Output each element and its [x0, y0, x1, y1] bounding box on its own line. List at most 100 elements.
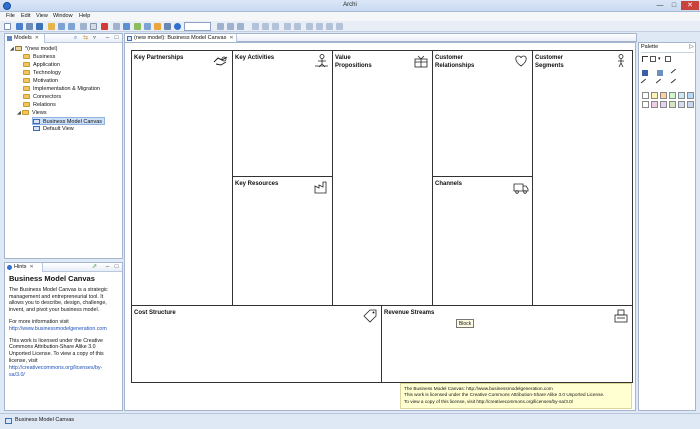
default-size-icon[interactable] [306, 23, 313, 30]
palette-swatch[interactable] [651, 92, 658, 99]
menu-file[interactable]: File [6, 13, 15, 19]
select-tool-icon[interactable] [642, 56, 648, 62]
line-icon[interactable] [640, 78, 650, 88]
hints-license-link[interactable]: http://creativecommons.org/licenses/by-s… [9, 365, 118, 379]
block-customer-segments[interactable]: Customer Segments [532, 50, 633, 306]
palette-swatch[interactable] [651, 101, 658, 108]
palette-swatch[interactable] [660, 101, 667, 108]
maximize-button[interactable]: □ [668, 1, 680, 10]
dropdown-icon[interactable]: ▾ [658, 56, 664, 62]
pin-icon[interactable]: ⇗ [91, 264, 98, 271]
tab-hints[interactable]: Hints ✕ [5, 263, 43, 272]
match-width-icon[interactable] [284, 23, 291, 30]
tree-folder-views[interactable]: ◢ Views [17, 109, 47, 117]
tree-folder-technology[interactable]: Technology [23, 69, 61, 77]
align-top-icon[interactable] [252, 23, 259, 30]
tab-models[interactable]: Models ✕ [5, 34, 45, 43]
align-right-icon[interactable] [237, 23, 244, 30]
block-channels[interactable]: Channels [432, 176, 533, 306]
marquee-tool-icon[interactable] [650, 56, 656, 62]
tree-model-root[interactable]: ◢ *(new model) [10, 45, 57, 53]
align-bottom-icon[interactable] [272, 23, 279, 30]
validate-icon[interactable] [134, 23, 141, 30]
palette-collapse-icon[interactable]: ▷ [688, 44, 695, 51]
properties-icon[interactable] [123, 23, 130, 30]
save-icon[interactable] [16, 23, 23, 30]
save-all-icon[interactable] [26, 23, 33, 30]
note-icon[interactable] [657, 70, 663, 76]
palette-swatch[interactable] [660, 92, 667, 99]
connection-icon[interactable] [670, 68, 680, 78]
hints-info-link[interactable]: http://www.businessmodelgeneration.com [9, 326, 118, 333]
license-note[interactable]: The Business Model Canvas: http://www.bu… [400, 383, 632, 409]
bring-front-icon[interactable] [326, 23, 333, 30]
link-icon[interactable]: ⇆ [82, 35, 89, 42]
align-middle-icon[interactable] [262, 23, 269, 30]
script-icon[interactable] [164, 23, 171, 30]
menu-view[interactable]: View [36, 13, 48, 19]
palette-swatch[interactable] [669, 92, 676, 99]
redo-icon[interactable] [68, 23, 75, 30]
tree-folder-application[interactable]: Application [23, 61, 60, 69]
delete-icon[interactable] [101, 23, 108, 30]
align-center-icon[interactable] [227, 23, 234, 30]
block-key-partnerships[interactable]: Key Partnerships [131, 50, 233, 306]
undo-icon[interactable] [58, 23, 65, 30]
block-cost-structure[interactable]: Cost Structure [131, 305, 382, 383]
align-left-icon[interactable] [217, 23, 224, 30]
block-value-propositions[interactable]: Value Propositions [332, 50, 433, 306]
send-back-icon[interactable] [336, 23, 343, 30]
group-icon[interactable] [642, 70, 648, 76]
maximize-panel-icon[interactable]: □ [113, 35, 120, 42]
menu-window[interactable]: Window [53, 13, 73, 19]
block-key-activities[interactable]: Key Activities [232, 50, 333, 177]
zoom-combo[interactable] [184, 22, 211, 31]
new-icon[interactable] [4, 23, 11, 30]
palette-swatch[interactable] [669, 101, 676, 108]
tree-folder-implementation[interactable]: Implementation & Migration [23, 85, 100, 93]
menu-edit[interactable]: Edit [21, 13, 30, 19]
search-icon[interactable]: ⌕ [72, 35, 79, 42]
match-height-icon[interactable] [294, 23, 301, 30]
diagram-canvas[interactable]: Key Partnerships Key Activities Key Reso… [124, 42, 636, 411]
block-key-resources[interactable]: Key Resources [232, 176, 333, 306]
help-icon[interactable] [174, 23, 181, 30]
palette-swatch[interactable] [642, 101, 649, 108]
palette-swatch[interactable] [678, 92, 685, 99]
block-revenue-streams[interactable]: Revenue Streams [381, 305, 633, 383]
reset-aspect-icon[interactable] [316, 23, 323, 30]
minimize-panel-icon[interactable]: – [104, 35, 111, 42]
palette-swatch[interactable] [678, 101, 685, 108]
palette-swatch[interactable] [642, 92, 649, 99]
minimize-panel-icon[interactable]: – [104, 264, 111, 271]
palette-swatch[interactable] [687, 92, 694, 99]
layout-icon[interactable] [144, 23, 151, 30]
block-customer-relationships[interactable]: Customer Relationships [432, 50, 533, 177]
format-painter-icon[interactable] [665, 56, 671, 62]
minimize-button[interactable]: — [654, 1, 666, 10]
models-tab-label: Models [14, 35, 32, 41]
menu-help[interactable]: Help [79, 13, 90, 19]
print-icon[interactable] [36, 23, 43, 30]
star-icon[interactable] [154, 23, 161, 30]
arrow-line-icon[interactable] [655, 78, 665, 88]
tree-folder-motivation[interactable]: Motivation [23, 77, 58, 85]
close-icon[interactable]: ✕ [229, 35, 233, 41]
close-icon[interactable]: ✕ [35, 35, 39, 41]
close-button[interactable]: ✕ [681, 1, 699, 10]
open-icon[interactable] [48, 23, 55, 30]
tree-view-default[interactable]: Default View [33, 125, 74, 133]
tree-folder-connectors[interactable]: Connectors [23, 93, 61, 101]
tree-folder-relations[interactable]: Relations [23, 101, 56, 109]
tree-view-business-model-canvas[interactable]: Business Model Canvas [32, 117, 106, 125]
folder-label: Technology [33, 70, 61, 76]
dashed-line-icon[interactable] [670, 78, 680, 88]
view-menu-icon[interactable]: ▿ [91, 35, 98, 42]
palette-swatch[interactable] [687, 101, 694, 108]
paste-icon[interactable] [113, 23, 120, 30]
copy-icon[interactable] [90, 23, 97, 30]
close-icon[interactable]: ✕ [30, 264, 34, 270]
tree-folder-business[interactable]: Business [23, 53, 55, 61]
cut-icon[interactable] [80, 23, 87, 30]
maximize-panel-icon[interactable]: □ [113, 264, 120, 271]
